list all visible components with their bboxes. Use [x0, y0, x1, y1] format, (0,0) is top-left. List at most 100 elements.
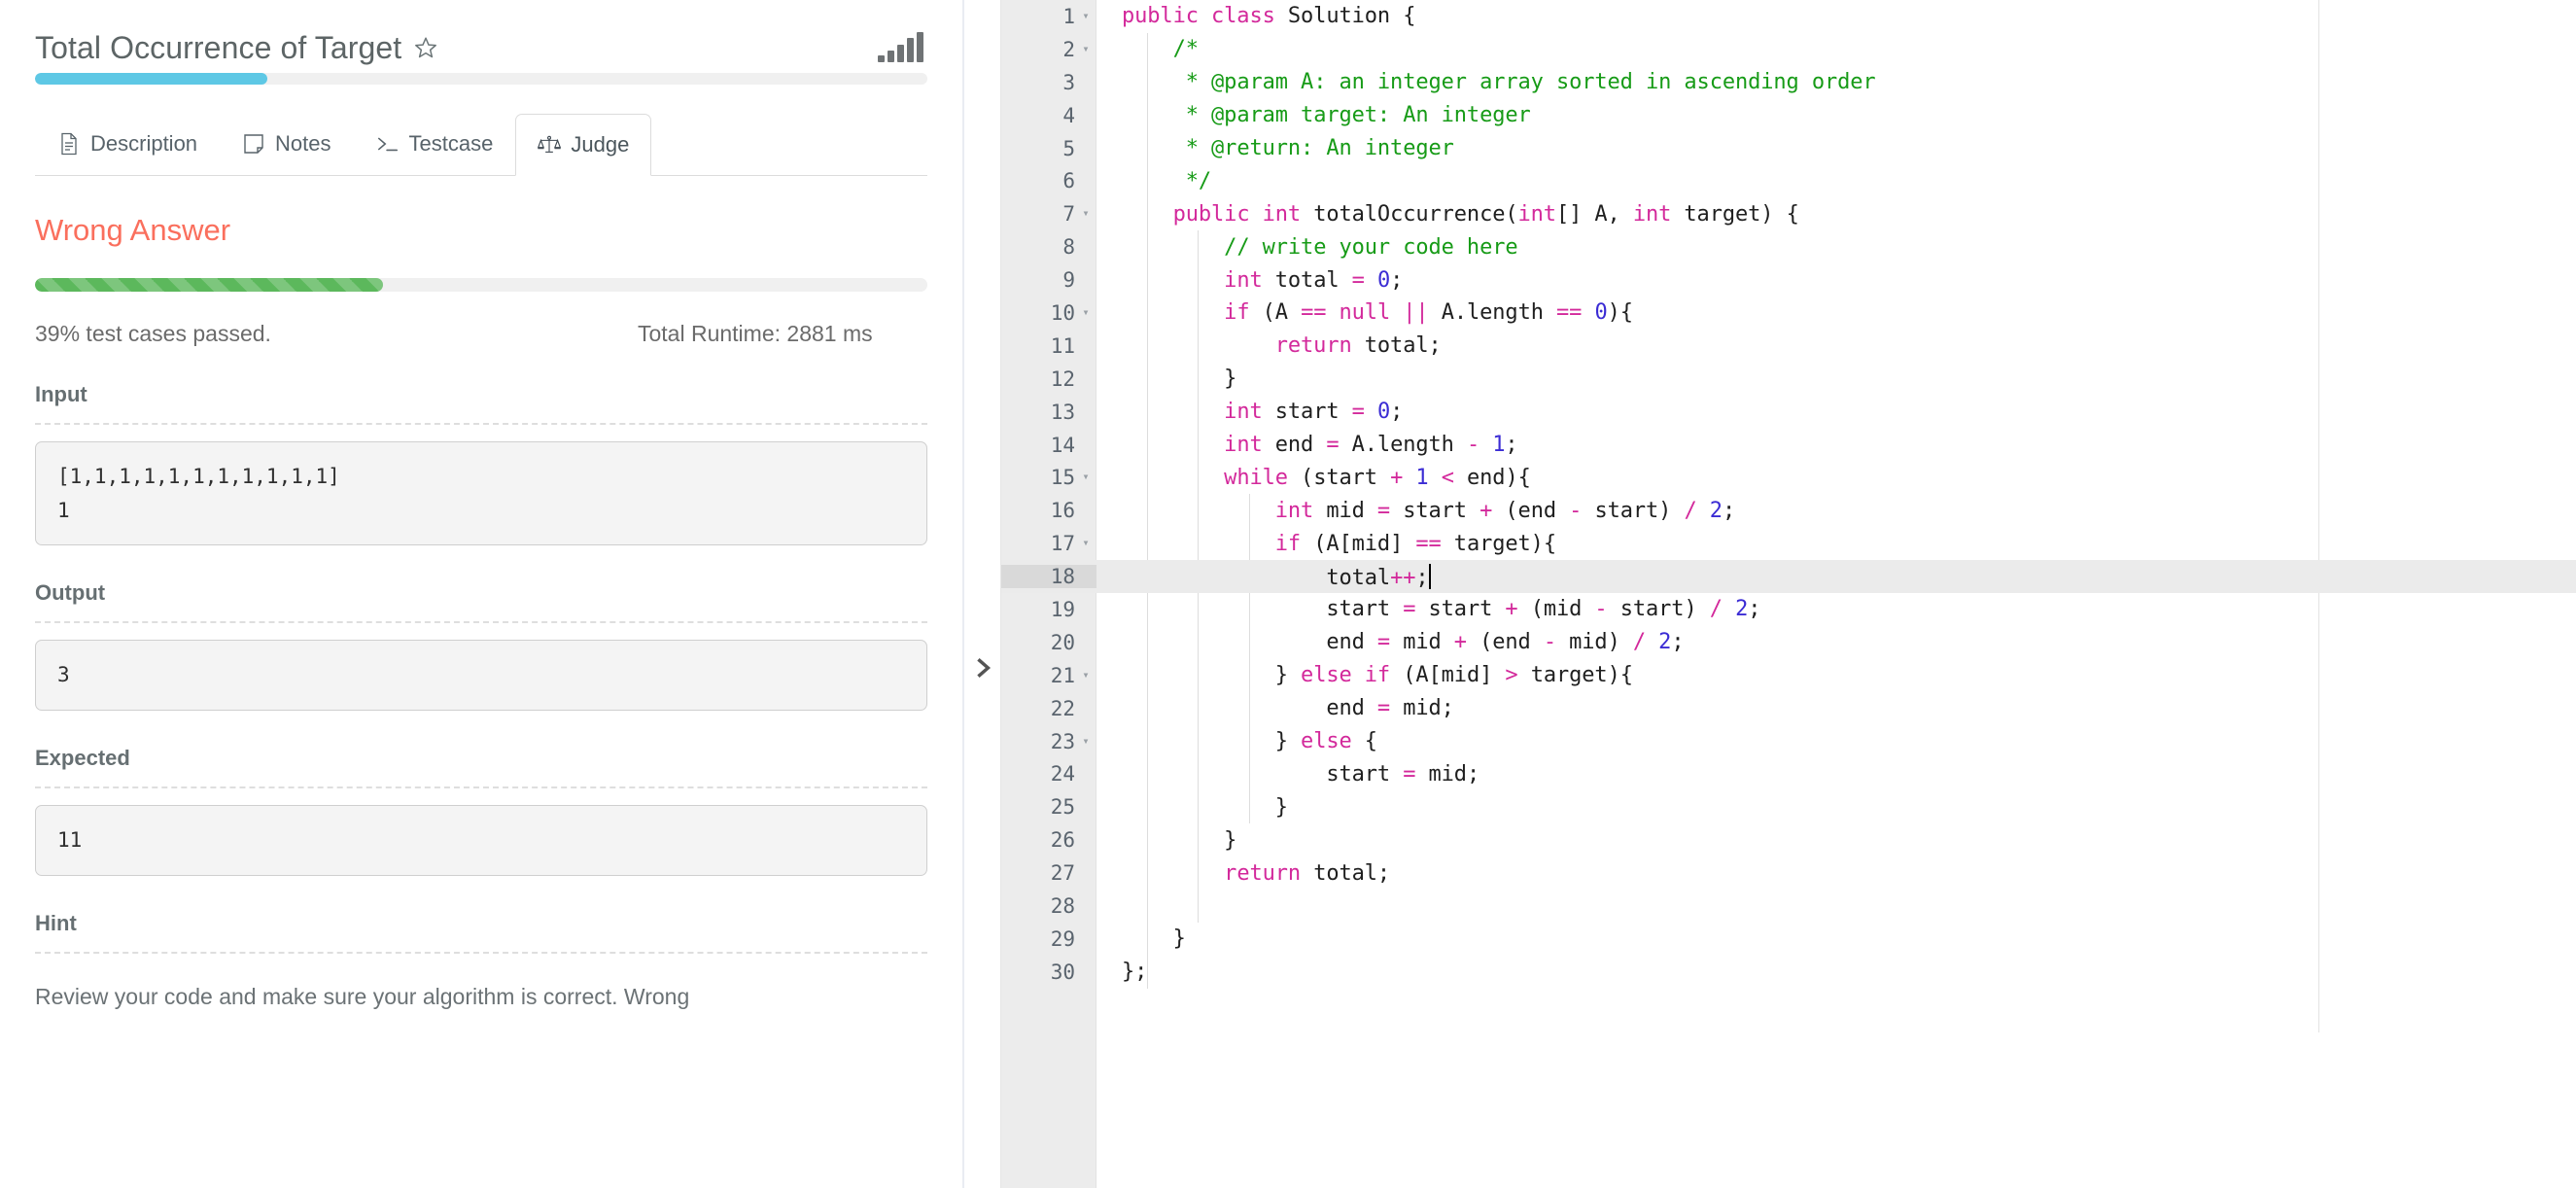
code-line[interactable]: 12 } [1001, 363, 2576, 396]
code-line[interactable]: 4 * @param target: An integer [1001, 99, 2576, 132]
line-number: 5 [1062, 136, 1075, 160]
line-number: 23 [1050, 729, 1075, 753]
tab-notes[interactable]: Notes [220, 113, 353, 175]
document-icon [57, 132, 81, 156]
code-line[interactable]: 17 ▾ if (A[mid] == target){ [1001, 527, 2576, 560]
chevron-right-icon[interactable] [970, 653, 995, 682]
app-root: Total Occurrence of Target Description No… [0, 0, 2576, 1188]
line-number: 13 [1050, 400, 1075, 424]
code-line[interactable]: 6 */ [1001, 164, 2576, 197]
code-text: if (A == null || A.length == 0){ [1224, 300, 1633, 326]
code-line[interactable]: 2 ▾ /* [1001, 33, 2576, 66]
code-line[interactable]: 29 } [1001, 923, 2576, 956]
code-line[interactable]: 8 // write your code here [1001, 230, 2576, 263]
code-line[interactable]: 27 return total; [1001, 856, 2576, 890]
code-text: } else if (A[mid] > target){ [1122, 663, 1633, 688]
title-row: Total Occurrence of Target [35, 0, 927, 65]
tab-label: Testcase [408, 131, 494, 156]
scales-icon [538, 133, 562, 157]
test-pass-progress-bar [35, 278, 927, 292]
panel-divider[interactable] [962, 0, 1001, 1188]
code-line[interactable]: 19 start = start + (mid - start) / 2; [1001, 593, 2576, 626]
code-text: int total = 0; [1224, 267, 1404, 293]
code-line[interactable]: 21 ▾ } else if (A[mid] > target){ [1001, 659, 2576, 692]
line-number: 4 [1062, 103, 1075, 127]
code-line[interactable]: 5 * @return: An integer [1001, 132, 2576, 165]
line-number: 27 [1050, 861, 1075, 886]
line-number: 19 [1050, 597, 1075, 621]
line-number: 10 [1050, 300, 1075, 325]
line-number: 9 [1062, 268, 1075, 293]
code-text: public class Solution { [1122, 4, 1416, 29]
code-text: end = mid + (end - mid) / 2; [1122, 630, 1685, 655]
note-icon [242, 132, 265, 156]
code-text: start = start + (mid - start) / 2; [1122, 597, 1761, 622]
input-label: Input [35, 382, 87, 406]
bar-chart-icon[interactable] [878, 32, 923, 62]
test-pass-progress-fill [35, 278, 384, 292]
code-line[interactable]: 15 ▾ while (start + 1 < end){ [1001, 461, 2576, 494]
code-text: int mid = start + (end - start) / 2; [1274, 498, 1736, 523]
line-number: 16 [1050, 499, 1075, 523]
line-number: 7 [1062, 202, 1075, 227]
code-text: * @return: An integer [1172, 136, 1454, 160]
tab-judge[interactable]: Judge [515, 114, 652, 176]
code-line[interactable]: 20 end = mid + (end - mid) / 2; [1001, 626, 2576, 659]
code-line[interactable]: 24 start = mid; [1001, 757, 2576, 790]
star-outline-icon[interactable] [413, 35, 438, 60]
line-number: 28 [1050, 893, 1075, 918]
difficulty-progress-bar [35, 73, 927, 85]
code-line[interactable]: 11 return total; [1001, 330, 2576, 363]
code-line[interactable]: 22 end = mid; [1001, 692, 2576, 725]
code-text: } [1122, 926, 1186, 952]
code-line[interactable]: 14 int end = A.length - 1; [1001, 429, 2576, 462]
verdict-text: Wrong Answer [35, 213, 231, 247]
code-line[interactable]: 1 ▾ public class Solution { [1001, 0, 2576, 33]
code-editor[interactable]: 1 ▾ public class Solution {2 ▾ /* 3 * @param… [1001, 0, 2576, 1188]
line-number: 8 [1062, 235, 1075, 260]
code-text: /* [1172, 37, 1199, 62]
code-line[interactable]: 30}; [1001, 956, 2576, 989]
code-text: } else { [1122, 729, 1377, 754]
line-number: 18 [1001, 565, 1097, 589]
code-text: }; [1122, 960, 1148, 985]
code-line[interactable]: 7 ▾ public int totalOccurrence(int[] A, i… [1001, 197, 2576, 230]
line-number: 25 [1050, 795, 1075, 820]
code-line[interactable]: 10 ▾ if (A == null || A.length == 0){ [1001, 297, 2576, 330]
output-divider [35, 621, 927, 624]
expected-value-box: 11 [35, 804, 927, 876]
line-number: 3 [1062, 70, 1075, 94]
code-text: return total; [1224, 860, 1391, 886]
problem-panel: Total Occurrence of Target Description No… [0, 0, 962, 1188]
code-text: int start = 0; [1224, 400, 1404, 425]
code-line[interactable]: 3 * @param A: an integer array sorted in… [1001, 66, 2576, 99]
line-number: 20 [1050, 630, 1075, 654]
page-title: Total Occurrence of Target [35, 29, 402, 65]
code-line[interactable]: 18 total++; [1001, 560, 2576, 594]
code-text: * @param A: an integer array sorted in a… [1172, 70, 1876, 95]
code-line[interactable]: 13 int start = 0; [1001, 396, 2576, 429]
line-number: 12 [1050, 367, 1075, 391]
code-line[interactable]: 25 } [1001, 790, 2576, 823]
code-line[interactable]: 23 ▾ } else { [1001, 725, 2576, 758]
code-text: int end = A.length - 1; [1224, 433, 1518, 458]
output-label: Output [35, 580, 106, 606]
tab-testcase[interactable]: Testcase [354, 113, 516, 175]
code-text: public int totalOccurrence(int[] A, int … [1172, 201, 1799, 227]
line-number: 11 [1050, 333, 1075, 358]
code-line[interactable]: 26 } [1001, 823, 2576, 856]
code-text: if (A[mid] == target){ [1274, 531, 1556, 556]
code-line[interactable]: 28 [1001, 890, 2576, 923]
line-number: 21 [1050, 663, 1075, 687]
code-line-list[interactable]: 1 ▾ public class Solution {2 ▾ /* 3 * @param… [1001, 0, 2576, 989]
terminal-icon [376, 132, 400, 156]
line-number: 2 [1062, 37, 1075, 61]
code-text: return total; [1274, 333, 1442, 359]
line-number: 29 [1050, 926, 1075, 951]
code-line[interactable]: 9 int total = 0; [1001, 263, 2576, 297]
code-text: } [1122, 827, 1237, 853]
code-line[interactable]: 16 int mid = start + (end - start) / 2; [1001, 494, 2576, 527]
tab-description[interactable]: Description [35, 113, 220, 175]
tab-bar: Description Notes Testcase Judge [35, 114, 927, 176]
line-number: 26 [1050, 828, 1075, 853]
